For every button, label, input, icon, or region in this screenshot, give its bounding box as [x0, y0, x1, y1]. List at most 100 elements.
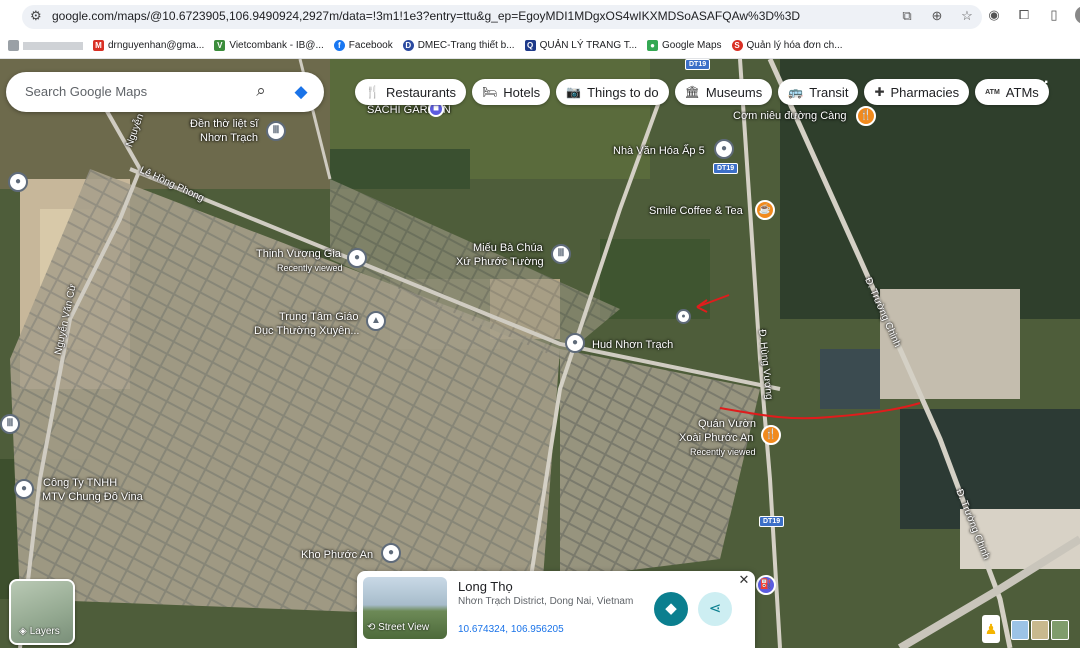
install-icon[interactable]: ⧉ — [898, 7, 916, 25]
directions-icon[interactable]: ◆ — [290, 81, 312, 103]
chip-pharmacies[interactable]: ✚ Pharmacies — [864, 79, 970, 105]
extension-icon[interactable]: ◉ — [985, 6, 1003, 24]
atm-icon: ATM — [985, 88, 1000, 96]
bookmark-item[interactable]: S Quản lý hóa đơn ch... — [731, 40, 843, 51]
search-input[interactable]: Search Google Maps — [25, 84, 147, 99]
place-label[interactable]: Xoài Phước An — [679, 432, 754, 444]
place-label[interactable]: Xứ Phước Tường — [456, 256, 544, 268]
tile-thumbnail[interactable] — [1031, 620, 1049, 640]
address-bar[interactable]: ⚙ google.com/maps/@10.6723905,106.949092… — [22, 5, 982, 29]
place-label[interactable]: Kho Phước An — [301, 549, 373, 561]
invoice-icon: S — [731, 40, 743, 51]
layers-button[interactable]: ◈ Layers — [9, 579, 75, 645]
location-pin-icon[interactable]: ● — [14, 479, 34, 499]
place-label[interactable]: Quán Vườn — [698, 418, 756, 430]
dmec-icon: D — [402, 40, 414, 51]
place-label[interactable]: Cơm niêu đường Càng — [733, 110, 847, 122]
camera-icon: 📷 — [566, 85, 582, 99]
route-badge: DT19 — [759, 516, 785, 527]
route-badge: DT19 — [685, 59, 711, 70]
chip-things-to-do[interactable]: 📷 Things to do — [556, 79, 669, 105]
site-info-icon[interactable]: ⚙ — [30, 9, 44, 23]
location-pin-icon[interactable]: ● — [8, 172, 28, 192]
bookmark-item[interactable]: ● Google Maps — [647, 40, 722, 51]
location-pin-icon[interactable]: ● — [347, 248, 367, 268]
fork-knife-icon: 🍴 — [365, 85, 380, 99]
place-label[interactable]: Đền thờ liệt sĩ — [190, 118, 258, 130]
bookmark-item[interactable]: V Vietcombank - IB@... — [214, 40, 324, 51]
street-view-thumbnail[interactable]: ⟲ Street View — [363, 577, 447, 639]
cafe-pin-icon[interactable]: ☕ — [755, 200, 775, 220]
place-label[interactable]: Thịnh Vượng Gia — [256, 248, 341, 260]
place-label[interactable]: Dục Thường Xuyên... — [254, 325, 359, 337]
restaurant-pin-icon[interactable]: 🍴 — [856, 106, 876, 126]
bookmark-item[interactable]: f Facebook — [333, 40, 393, 51]
bookmarks-bar: Mdrnguyenhan@gma... V Vietcombank - IB@..… — [0, 33, 1080, 59]
bus-icon: 🚌 — [788, 85, 804, 99]
layers-icon: ◈ — [19, 626, 27, 637]
bookmark-apps[interactable] — [8, 40, 83, 51]
map-type-tiles[interactable] — [1011, 620, 1069, 640]
pharmacy-icon: ✚ — [874, 85, 885, 99]
dropped-pin-icon[interactable]: ● — [676, 309, 691, 324]
landmark-pin-icon[interactable]: Ⅲ — [0, 414, 20, 434]
museum-icon: 🏛 — [684, 85, 700, 99]
puzzle-icon[interactable]: ⧠ — [1015, 6, 1033, 24]
location-pin-icon[interactable]: ● — [565, 333, 585, 353]
chip-restaurants[interactable]: 🍴 Restaurants — [355, 79, 467, 105]
fuel-pin-icon[interactable]: ⛽ — [756, 575, 776, 595]
location-pin-icon[interactable]: ● — [381, 543, 401, 563]
landmark-pin-icon[interactable]: Ⅲ — [266, 121, 286, 141]
place-label[interactable]: MTV Chung Đô Vina — [42, 491, 143, 503]
tile-thumbnail[interactable] — [1051, 620, 1069, 640]
star-icon[interactable]: ☆ — [958, 7, 976, 25]
pegman-icon[interactable]: ♟ — [982, 615, 1000, 643]
close-icon[interactable]: ✕ — [737, 573, 751, 587]
url-text[interactable]: google.com/maps/@10.6723905,106.9490924,… — [52, 9, 800, 23]
place-label[interactable]: Miếu Bà Chúa — [473, 242, 543, 254]
category-chips: 🍴 Restaurants 🛏 Hotels 📷 Things to do 🏛 Muse… — [355, 79, 1049, 105]
route-badge: DT19 — [713, 163, 739, 174]
chip-transit[interactable]: 🚌 Transit — [778, 79, 859, 105]
browser-toolbar: ⚙ google.com/maps/@10.6723905,106.949092… — [0, 0, 1080, 33]
profile-avatar[interactable]: ● — [1075, 6, 1080, 24]
place-info-card: ⟲ Street View Long Thọ Nhơn Trạch Distri… — [357, 571, 755, 648]
directions-button[interactable]: ◆ — [654, 592, 688, 626]
location-pin-icon[interactable]: ● — [714, 139, 734, 159]
place-label[interactable]: Công Ty TNHH — [43, 477, 117, 489]
bookmark-item[interactable]: D DMEC-Trang thiết b... — [402, 40, 515, 51]
place-label[interactable]: Trung Tâm Giáo — [279, 311, 358, 323]
chip-museums[interactable]: 🏛 Museums — [674, 79, 773, 105]
sidepanel-icon[interactable]: ▯ — [1045, 6, 1063, 24]
page-icon: Q — [524, 40, 536, 51]
facebook-icon: f — [333, 40, 345, 51]
satellite-map[interactable]: SACHI GARDEN ■ Đền thờ liệt sĩ Nhơn Trạc… — [0, 59, 1080, 648]
temple-pin-icon[interactable]: Ⅲ — [551, 244, 571, 264]
mail-icon: M — [93, 40, 104, 51]
place-label[interactable]: Nhà Văn Hóa Ấp 5 — [613, 145, 705, 157]
place-sublabel: Recently viewed — [277, 263, 343, 273]
place-coordinates[interactable]: 10.674324, 106.956205 — [458, 624, 564, 635]
school-pin-icon[interactable]: ▲ — [366, 311, 386, 331]
bookmark-item[interactable]: Mdrnguyenhan@gma... — [93, 40, 204, 51]
place-sublabel: Recently viewed — [690, 447, 756, 457]
place-label[interactable]: Hud Nhơn Trạch — [592, 339, 673, 351]
satellite-imagery — [0, 59, 1080, 648]
search-icon[interactable]: ⌕ — [251, 81, 271, 101]
bookmark-item[interactable]: Q QUẢN LÝ TRANG T... — [524, 40, 637, 51]
place-title: Long Thọ — [458, 579, 513, 594]
restaurant-pin-icon[interactable]: 🍴 — [761, 425, 781, 445]
vcb-icon: V — [214, 40, 226, 51]
apps-grid-icon[interactable]: ⠿ — [1038, 80, 1056, 98]
tile-thumbnail[interactable] — [1011, 620, 1029, 640]
zoom-icon[interactable]: ⊕ — [928, 7, 946, 25]
place-address: Nhơn Trạch District, Dong Nai, Vietnam — [458, 596, 634, 607]
share-button[interactable]: ⋖ — [698, 592, 732, 626]
place-label[interactable]: Smile Coffee & Tea — [649, 205, 743, 217]
bed-icon: 🛏 — [482, 85, 498, 99]
search-box[interactable]: Search Google Maps ⌕ ◆ — [6, 72, 324, 112]
street-view-icon: ⟲ — [367, 622, 376, 633]
maps-icon: ● — [647, 40, 659, 51]
place-label[interactable]: Nhơn Trạch — [200, 132, 258, 144]
chip-hotels[interactable]: 🛏 Hotels — [472, 79, 551, 105]
